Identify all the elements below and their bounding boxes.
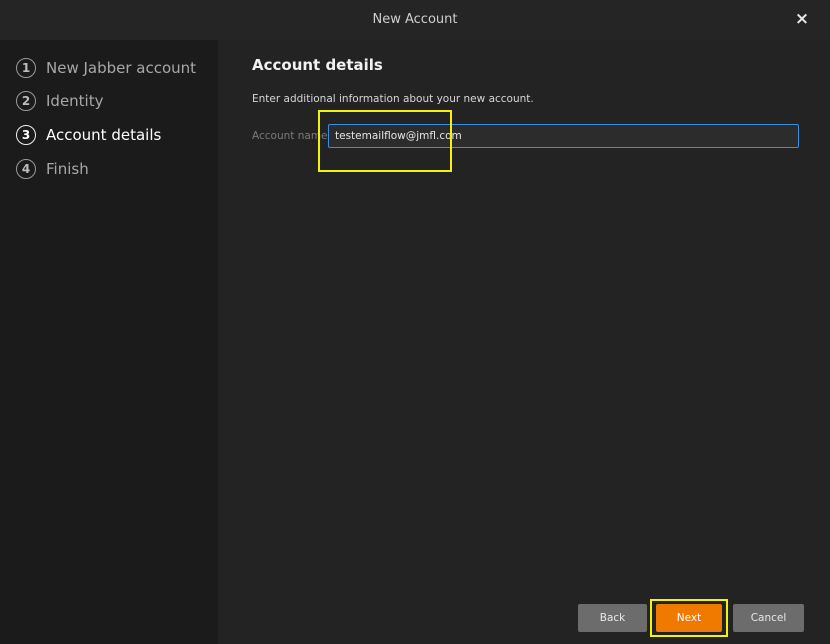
step-number-1: 1 bbox=[16, 58, 36, 78]
page-description: Enter additional information about your … bbox=[252, 93, 534, 105]
step-finish: 4 Finish bbox=[16, 157, 89, 181]
step-account-details: 3 Account details bbox=[16, 123, 161, 147]
back-button[interactable]: Back bbox=[578, 604, 647, 632]
step-number-2: 2 bbox=[16, 91, 36, 111]
step-label: Finish bbox=[46, 160, 89, 178]
account-name-label: Account name bbox=[252, 130, 328, 142]
title-bar: New Account × bbox=[0, 0, 830, 40]
step-identity: 2 Identity bbox=[16, 89, 104, 113]
close-icon[interactable]: × bbox=[792, 8, 812, 30]
step-label: Account details bbox=[46, 126, 162, 144]
step-label: Identity bbox=[46, 92, 104, 110]
step-label: New Jabber account bbox=[46, 59, 197, 77]
step-number-4: 4 bbox=[16, 159, 36, 179]
account-name-input[interactable] bbox=[328, 124, 799, 148]
cancel-button[interactable]: Cancel bbox=[733, 604, 804, 632]
step-new-jabber-account: 1 New Jabber account bbox=[16, 56, 196, 80]
window-title: New Account bbox=[372, 12, 458, 27]
next-button[interactable]: Next bbox=[656, 604, 722, 632]
page-title: Account details bbox=[252, 56, 383, 74]
step-number-3: 3 bbox=[16, 125, 36, 145]
